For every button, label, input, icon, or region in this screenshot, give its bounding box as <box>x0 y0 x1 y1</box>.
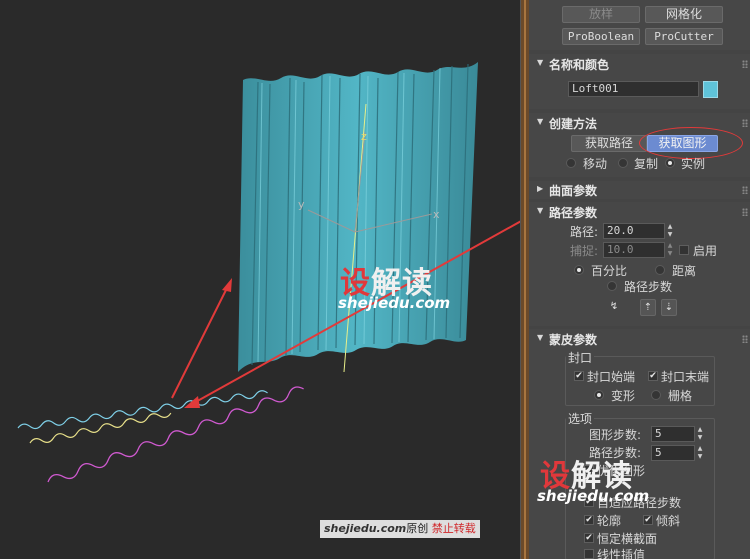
rollout-creation-method: ▼ 创建方法 获取路径 获取图形 移动 复制 实例 <box>529 113 750 177</box>
rollout-skin-params: ▼ 蒙皮参数 封口 ✔ 封口始端 ✔ 封口末端 变形 栅格 选项 图形步数: 5… <box>529 329 750 559</box>
linear-interpolation-checkbox[interactable] <box>584 549 594 559</box>
contour-label: 轮廓 <box>597 514 622 528</box>
shape-steps-spinner-icon[interactable]: ▲ ▼ <box>696 426 704 442</box>
grip-icon <box>742 119 748 127</box>
gizmo-y-label: y <box>298 198 305 211</box>
constant-cross-section-label: 恒定横截面 <box>597 532 658 546</box>
shape-wave-magenta <box>47 386 304 483</box>
cap-start-checkbox[interactable]: ✔ <box>574 371 584 381</box>
grid-radio[interactable] <box>651 390 661 400</box>
shape-wave-cyan <box>17 390 268 430</box>
expand-arrow-icon[interactable]: ▶ <box>537 184 543 193</box>
banking-label: 倾斜 <box>656 514 681 528</box>
panel-watermark-url: shejiedu.com <box>537 487 650 505</box>
enable-snap-checkbox[interactable] <box>679 245 689 255</box>
object-color-swatch[interactable] <box>703 81 718 98</box>
rollout-title[interactable]: 名称和颜色 <box>549 56 609 73</box>
snap-value-field[interactable]: 10.0 <box>603 242 665 258</box>
credit-banner: shejiedu.com原创 禁止转载 <box>320 520 480 538</box>
snap-spinner-icon[interactable]: ▲ ▼ <box>666 242 674 258</box>
path-steps-label: 路径步数 <box>624 280 673 294</box>
path-spinner-icon[interactable]: ▲ ▼ <box>666 223 674 239</box>
watermark-url: shejiedu.com <box>338 294 451 312</box>
rollout-path-params: ▼ 路径参数 路径: 20.0 ▲ ▼ 捕捉: 10.0 ▲ ▼ 启用 百分比 距离… <box>529 202 750 326</box>
instance-radio[interactable] <box>665 158 675 168</box>
cap-end-checkbox[interactable]: ✔ <box>648 371 658 381</box>
rollout-title[interactable]: 路径参数 <box>549 204 597 221</box>
linear-interpolation-label: 线性插值 <box>597 548 646 559</box>
copy-label: 复制 <box>634 157 659 171</box>
snap-label: 捕捉: <box>570 244 599 258</box>
percent-label: 百分比 <box>591 264 628 278</box>
proboolean-button[interactable]: ProBoolean <box>562 28 640 45</box>
shape-steps-field[interactable]: 5 <box>651 426 695 442</box>
scatter-button[interactable]: 放样 <box>562 6 640 23</box>
capping-group-title: 封口 <box>566 349 595 366</box>
grid-label: 栅格 <box>668 389 693 403</box>
get-path-button[interactable]: 获取路径 <box>571 135 647 152</box>
path-value-field[interactable]: 20.0 <box>603 223 665 239</box>
grip-icon <box>742 208 748 216</box>
distance-radio[interactable] <box>655 265 665 275</box>
grip-icon <box>742 186 748 194</box>
path-label: 路径: <box>570 225 599 239</box>
rollout-compound-buttons: 放样 网格化 ProBoolean ProCutter <box>529 0 750 50</box>
rollout-surface-params: ▶ 曲面参数 <box>529 181 750 199</box>
mesher-button[interactable]: 网格化 <box>645 6 723 23</box>
previous-shape-icon[interactable]: ⇡ <box>640 299 656 316</box>
copy-radio[interactable] <box>618 158 628 168</box>
panel-scrollbar[interactable] <box>521 0 529 559</box>
gizmo-x-label: x <box>433 208 440 221</box>
rollout-title[interactable]: 曲面参数 <box>549 182 597 199</box>
morph-radio[interactable] <box>594 390 604 400</box>
gizmo-z-label: z <box>361 130 367 143</box>
procutter-button[interactable]: ProCutter <box>645 28 723 45</box>
object-name-field[interactable]: Loft001 <box>568 81 699 97</box>
grip-icon <box>742 60 748 68</box>
viewport-scene: y x z <box>17 62 520 483</box>
collapse-arrow-icon[interactable]: ▼ <box>537 206 543 215</box>
cap-end-label: 封口末端 <box>661 370 710 384</box>
morph-label: 变形 <box>611 389 636 403</box>
banking-checkbox[interactable]: ✔ <box>643 515 653 525</box>
grip-icon <box>742 335 748 343</box>
perspective-viewport[interactable]: y x z 设解读 shejiedu.com shejiedu.com原创 禁止… <box>0 0 520 559</box>
distance-label: 距离 <box>672 264 697 278</box>
cap-start-label: 封口始端 <box>587 370 636 384</box>
contour-checkbox[interactable]: ✔ <box>584 515 594 525</box>
move-label: 移动 <box>583 157 608 171</box>
pick-shape-icon[interactable]: ↯ <box>606 299 622 316</box>
enable-label: 启用 <box>693 244 718 258</box>
percent-radio[interactable] <box>574 265 584 275</box>
instance-label: 实例 <box>681 157 706 171</box>
move-radio[interactable] <box>566 158 576 168</box>
path-steps-spinner-icon[interactable]: ▲ ▼ <box>696 445 704 461</box>
rollout-title[interactable]: 创建方法 <box>549 115 597 132</box>
path-steps-field[interactable]: 5 <box>651 445 695 461</box>
rollout-title[interactable]: 蒙皮参数 <box>549 331 597 348</box>
shape-steps-label: 图形步数: <box>589 428 642 442</box>
constant-cross-section-checkbox[interactable]: ✔ <box>584 533 594 543</box>
next-shape-icon[interactable]: ⇣ <box>661 299 677 316</box>
collapse-arrow-icon[interactable]: ▼ <box>537 117 543 126</box>
path-steps-radio[interactable] <box>607 281 617 291</box>
options-group-title: 选项 <box>566 410 595 427</box>
collapse-arrow-icon[interactable]: ▼ <box>537 58 543 67</box>
rollout-name-color: ▼ 名称和颜色 Loft001 <box>529 54 750 109</box>
collapse-arrow-icon[interactable]: ▼ <box>537 333 543 342</box>
loft-curtain-object[interactable] <box>238 62 478 373</box>
